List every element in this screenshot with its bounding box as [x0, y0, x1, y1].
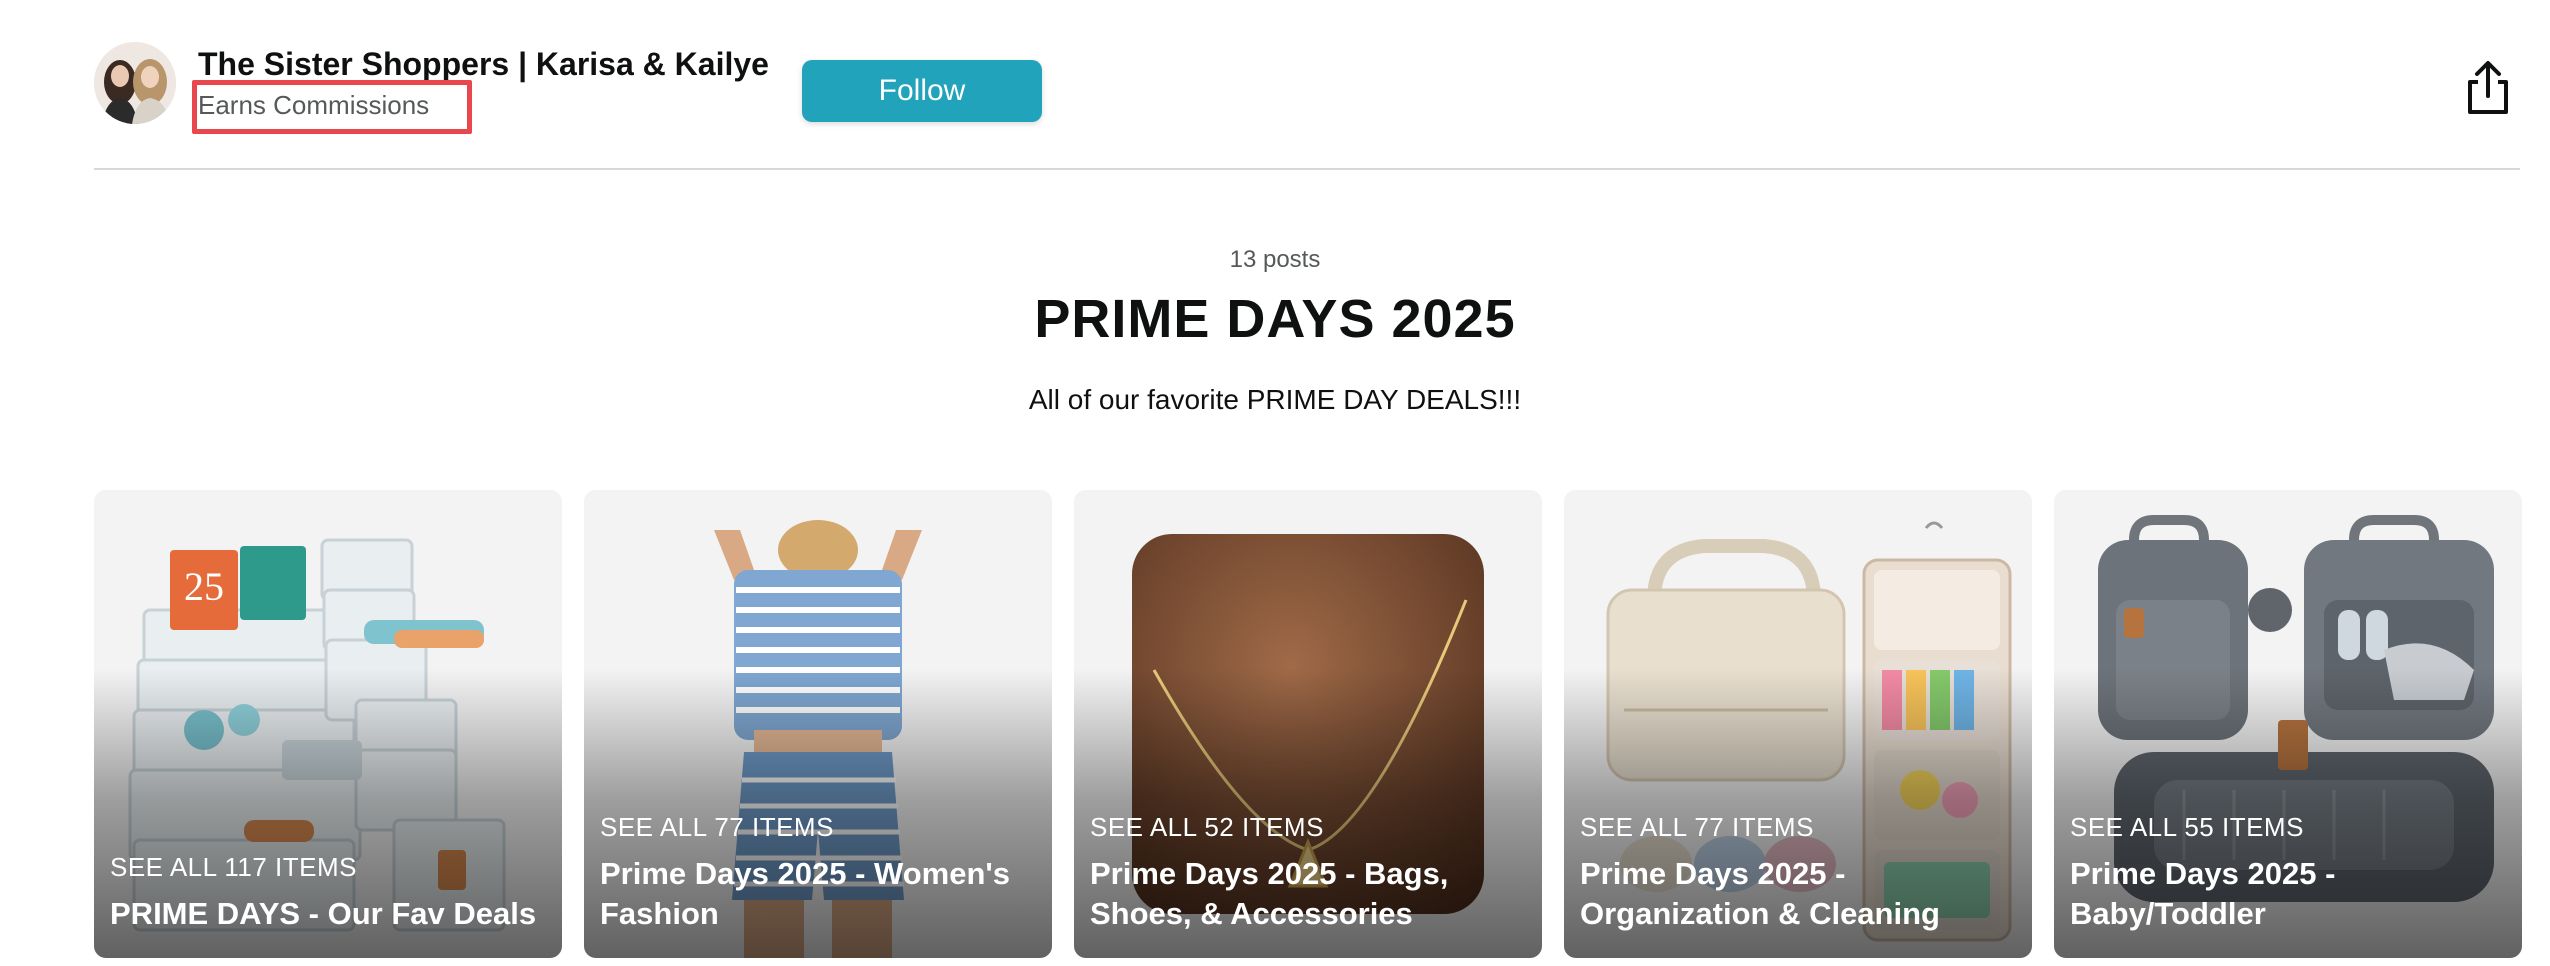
- avatar[interactable]: [94, 42, 176, 124]
- svg-text:25: 25: [184, 564, 224, 609]
- card-title[interactable]: Prime Days 2025 - Organization & Cleanin…: [1580, 854, 2020, 934]
- share-icon: [2468, 61, 2508, 114]
- follow-button[interactable]: Follow: [802, 60, 1042, 122]
- collection-card[interactable]: SEE ALL 77 ITEMS Prime Days 2025 - Organ…: [1564, 490, 2032, 958]
- card-see-all[interactable]: SEE ALL 77 ITEMS: [600, 812, 834, 843]
- card-see-all[interactable]: SEE ALL 77 ITEMS: [1580, 812, 1814, 843]
- avatar-image: [94, 42, 176, 124]
- collection-card[interactable]: SEE ALL 55 ITEMS Prime Days 2025 - Baby/…: [2054, 490, 2522, 958]
- collection-grid: 25 SEE ALL 117 ITEMS PRIME DAYS - Our Fa…: [94, 490, 2522, 960]
- creator-header: The Sister Shoppers | Karisa & Kailye Ea…: [94, 0, 2520, 170]
- collection-card[interactable]: 25 SEE ALL 117 ITEMS PRIME DAYS - Our Fa…: [94, 490, 562, 958]
- card-title[interactable]: Prime Days 2025 - Baby/Toddler: [2070, 854, 2510, 934]
- card-title[interactable]: PRIME DAYS - Our Fav Deals: [110, 894, 550, 934]
- earns-commissions-label: Earns Commissions: [198, 90, 430, 120]
- card-see-all[interactable]: SEE ALL 55 ITEMS: [2070, 812, 2304, 843]
- share-button[interactable]: [2456, 56, 2520, 120]
- card-see-all[interactable]: SEE ALL 117 ITEMS: [110, 852, 357, 883]
- collection-card[interactable]: SEE ALL 77 ITEMS Prime Days 2025 - Women…: [584, 490, 1052, 958]
- creator-name[interactable]: The Sister Shoppers | Karisa & Kailye: [198, 46, 769, 83]
- post-count: 13 posts: [1229, 246, 1321, 273]
- card-title[interactable]: Prime Days 2025 - Bags, Shoes, & Accesso…: [1090, 854, 1530, 934]
- collection-card[interactable]: SEE ALL 52 ITEMS Prime Days 2025 - Bags,…: [1074, 490, 1542, 958]
- list-title: PRIME DAYS 2025: [1034, 289, 1516, 349]
- card-see-all[interactable]: SEE ALL 52 ITEMS: [1090, 812, 1324, 843]
- card-title[interactable]: Prime Days 2025 - Women's Fashion: [600, 854, 1040, 934]
- list-description: All of our favorite PRIME DAY DEALS!!!: [1028, 384, 1522, 415]
